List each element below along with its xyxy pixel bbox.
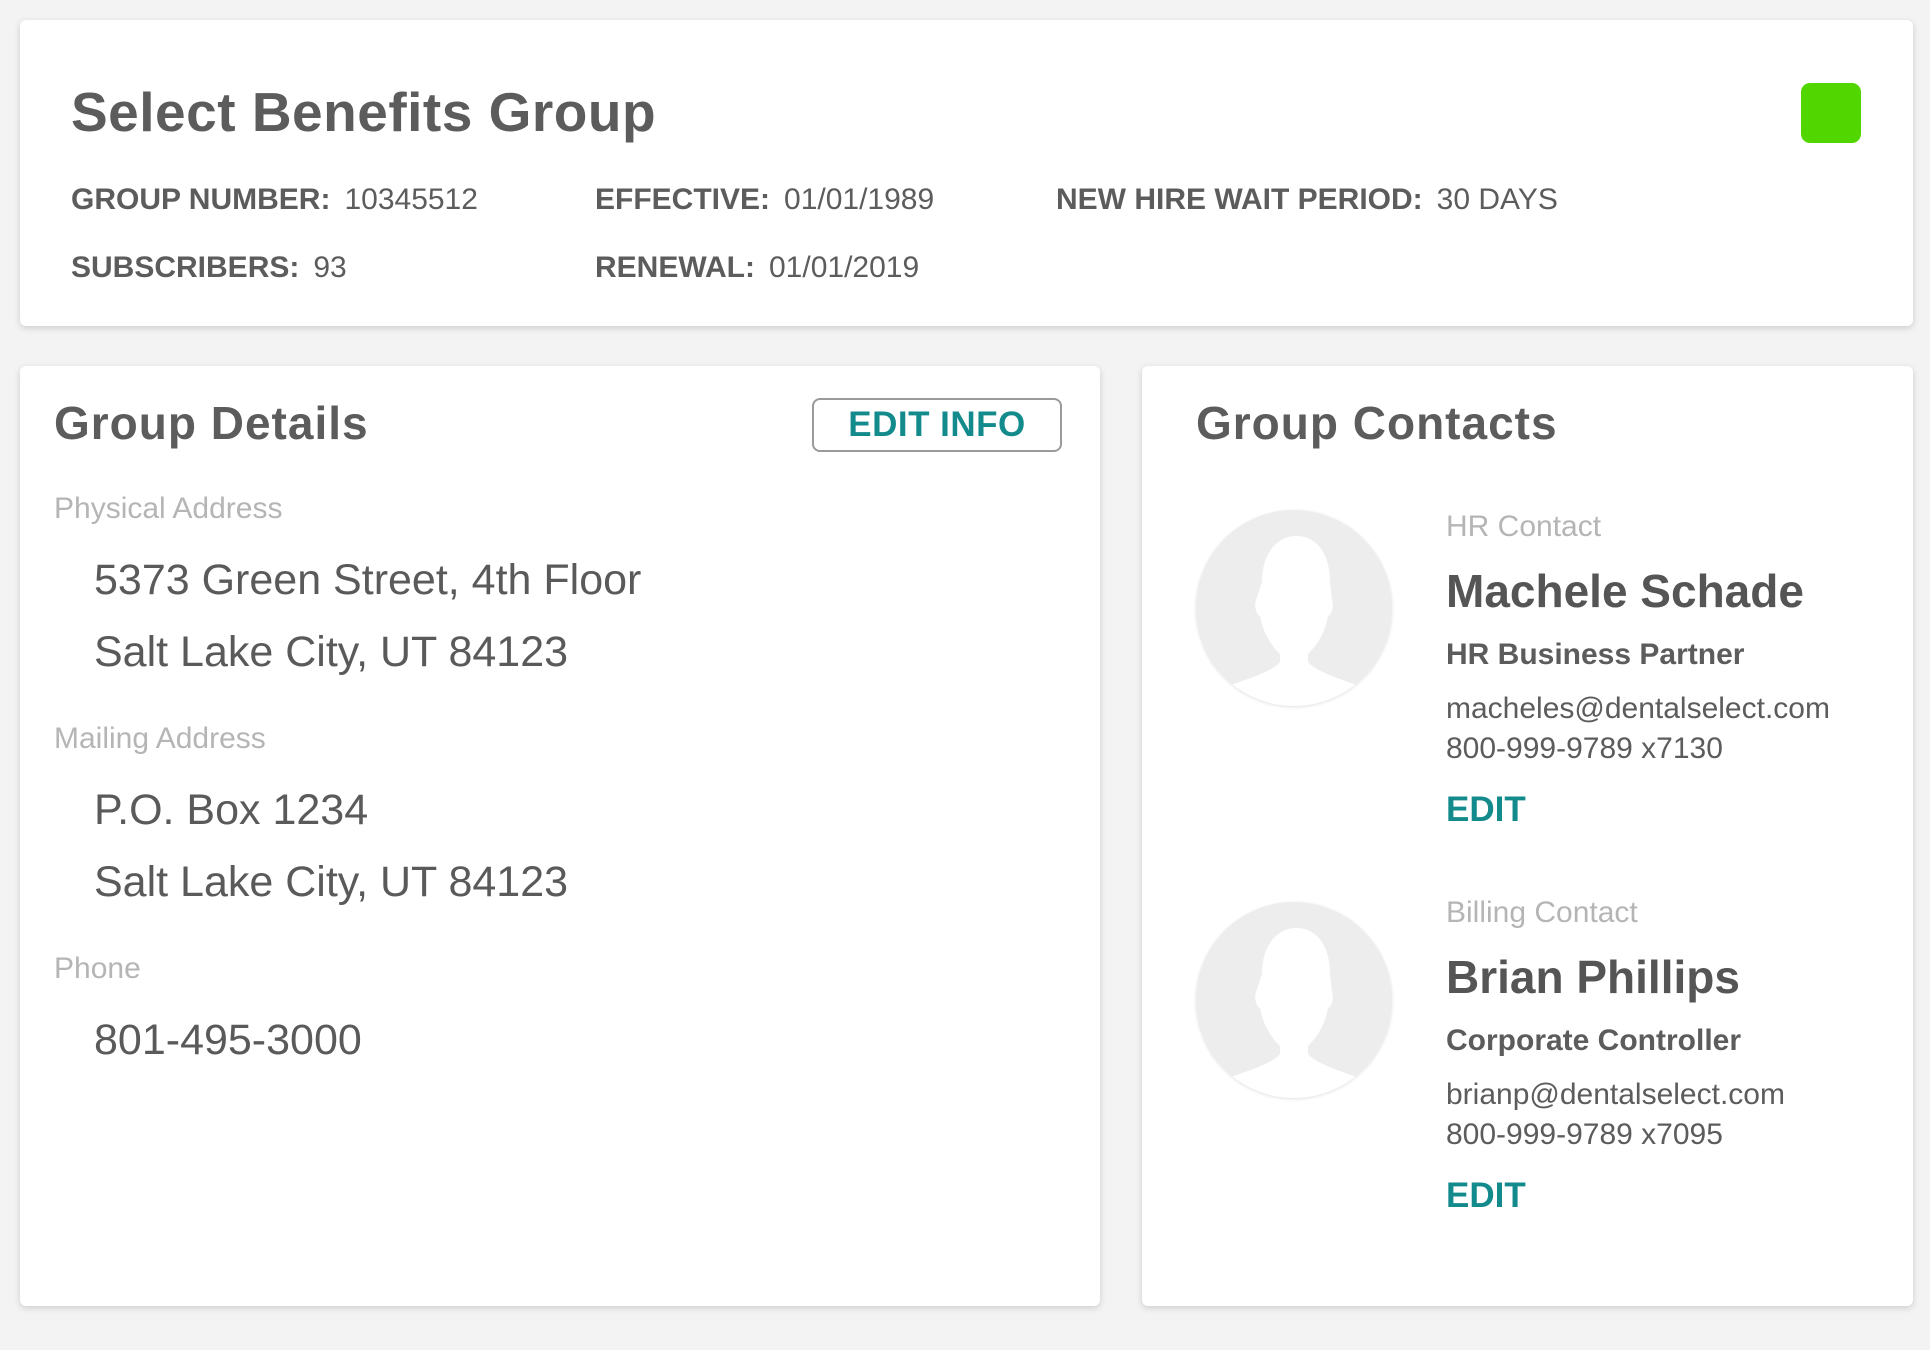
hr-contact-edit-link[interactable]: EDIT xyxy=(1446,790,1526,830)
billing-contact-email: brianp@dentalselect.com xyxy=(1446,1078,1785,1111)
hr-contact-email: macheles@dentalselect.com xyxy=(1446,692,1830,725)
group-summary-card: Select Benefits Group GROUP NUMBER: 10345… xyxy=(20,20,1913,326)
edit-info-button[interactable]: EDIT INFO xyxy=(812,398,1062,452)
billing-contact-role: Billing Contact xyxy=(1446,896,1638,929)
subscribers-field: SUBSCRIBERS: 93 xyxy=(71,251,347,285)
billing-contact-phone: 800-999-9789 x7095 xyxy=(1446,1118,1723,1151)
status-indicator xyxy=(1801,83,1861,143)
subscribers-value: 93 xyxy=(313,251,347,284)
hr-contact-avatar xyxy=(1196,510,1392,706)
hr-contact-name: Machele Schade xyxy=(1446,565,1804,617)
group-details-title: Group Details xyxy=(54,397,369,449)
renewal-date-value: 01/01/2019 xyxy=(769,251,920,284)
group-number-label: GROUP NUMBER: xyxy=(71,183,331,216)
group-contacts-card: Group Contacts HR Contact Machele Schade… xyxy=(1142,366,1913,1306)
hr-contact-phone: 800-999-9789 x7130 xyxy=(1446,732,1723,765)
mailing-address-line2: Salt Lake City, UT 84123 xyxy=(94,858,569,906)
hr-contact-role: HR Contact xyxy=(1446,510,1602,543)
new-hire-wait-value: 30 DAYS xyxy=(1436,183,1558,216)
mailing-address-label: Mailing Address xyxy=(54,722,266,755)
billing-contact-edit-link[interactable]: EDIT xyxy=(1446,1176,1526,1216)
new-hire-wait-label: NEW HIRE WAIT PERIOD: xyxy=(1056,183,1423,216)
billing-contact-avatar xyxy=(1196,902,1392,1098)
person-silhouette-icon xyxy=(1196,902,1392,1098)
billing-contact-job-title: Corporate Controller xyxy=(1446,1024,1742,1057)
physical-address-line1: 5373 Green Street, 4th Floor xyxy=(94,556,642,604)
effective-date-value: 01/01/1989 xyxy=(784,183,935,216)
person-silhouette-icon xyxy=(1196,510,1392,706)
hr-contact-job-title: HR Business Partner xyxy=(1446,638,1745,671)
group-details-card: Group Details EDIT INFO Physical Address… xyxy=(20,366,1100,1306)
renewal-date-label: RENEWAL: xyxy=(595,251,755,284)
effective-date-field: EFFECTIVE: 01/01/1989 xyxy=(595,183,934,217)
new-hire-wait-field: NEW HIRE WAIT PERIOD: 30 DAYS xyxy=(1056,183,1558,217)
mailing-address-line1: P.O. Box 1234 xyxy=(94,786,369,834)
physical-address-line2: Salt Lake City, UT 84123 xyxy=(94,628,569,676)
group-contacts-title: Group Contacts xyxy=(1196,397,1558,449)
page-title: Select Benefits Group xyxy=(71,81,657,143)
group-number-field: GROUP NUMBER: 10345512 xyxy=(71,183,478,217)
phone-label: Phone xyxy=(54,952,141,985)
subscribers-label: SUBSCRIBERS: xyxy=(71,251,300,284)
renewal-date-field: RENEWAL: 01/01/2019 xyxy=(595,251,919,285)
billing-contact-name: Brian Phillips xyxy=(1446,951,1740,1003)
group-number-value: 10345512 xyxy=(344,183,478,216)
effective-date-label: EFFECTIVE: xyxy=(595,183,771,216)
phone-value: 801-495-3000 xyxy=(94,1016,362,1064)
physical-address-label: Physical Address xyxy=(54,492,283,525)
